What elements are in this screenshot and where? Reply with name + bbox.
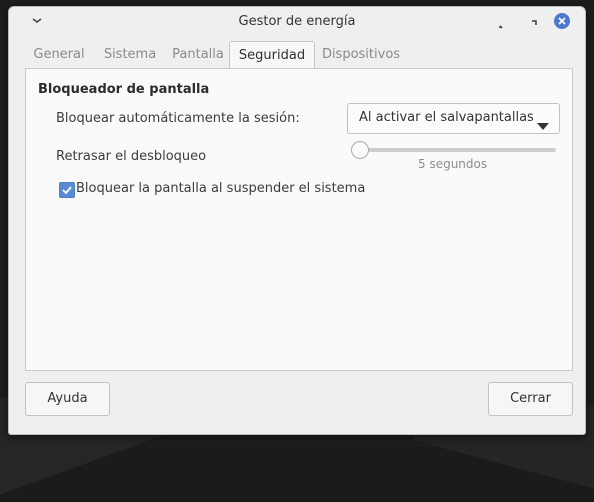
unlock-delay-slider-handle[interactable]	[351, 141, 369, 159]
unlock-delay-label: Retrasar el desbloqueo	[56, 149, 207, 164]
tab-pantalla[interactable]: Pantalla	[167, 42, 229, 68]
auto-lock-dropdown[interactable]: Al activar el salvapantallas	[347, 103, 560, 134]
minimize-icon[interactable]	[497, 15, 509, 29]
close-icon[interactable]	[554, 13, 570, 29]
unlock-delay-slider-track[interactable]	[359, 148, 556, 152]
tab-seguridad[interactable]: Seguridad	[229, 41, 315, 70]
title-bar[interactable]: Gestor de energía	[9, 7, 585, 37]
auto-lock-selected-value: Al activar el salvapantallas	[359, 110, 534, 125]
close-button[interactable]: Cerrar	[488, 382, 573, 416]
security-panel: Bloqueador de pantalla Bloquear automáti…	[25, 68, 573, 371]
tab-dispositivos[interactable]: Dispositivos	[319, 42, 403, 68]
auto-lock-label: Bloquear automáticamente la sesión:	[56, 111, 300, 126]
maximize-icon[interactable]	[527, 15, 539, 27]
lock-on-suspend-checkbox[interactable]	[59, 182, 75, 198]
tab-general[interactable]: General	[25, 42, 93, 68]
power-manager-window: Gestor de energía General Sistema Pantal…	[8, 6, 586, 435]
dropdown-arrow-icon	[537, 115, 549, 134]
help-button[interactable]: Ayuda	[25, 382, 110, 416]
section-title: Bloqueador de pantalla	[38, 82, 210, 97]
lock-on-suspend-label[interactable]: Bloquear la pantalla al suspender el sis…	[76, 181, 365, 196]
tab-sistema[interactable]: Sistema	[99, 42, 161, 68]
unlock-delay-value: 5 segundos	[418, 157, 488, 171]
